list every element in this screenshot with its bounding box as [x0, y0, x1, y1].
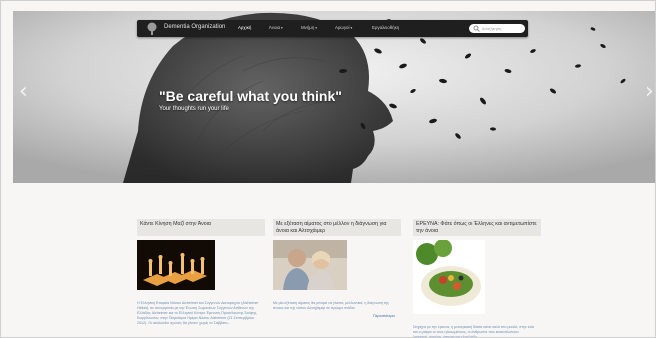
chevron-down-icon: ▾ [350, 26, 353, 30]
article-excerpt: Στηρίχτε με την έρευνα, η μεσογειακή δία… [413, 325, 535, 338]
tree-head-logo-icon[interactable] [145, 22, 159, 35]
article-column-2: Με εξέταση αίματος στο μέλλον η διάγνωση… [273, 219, 401, 311]
nav-item-caregivers[interactable]: Αρωγοί▾ [335, 25, 352, 30]
article-excerpt: Η Ελληνική Εταιρεία Νόσου Alzheimer και … [137, 301, 259, 325]
slide-quote: "Be careful what you think" [159, 88, 342, 104]
read-more-link[interactable]: Περισσότερα [373, 314, 395, 318]
hero-slider[interactable]: ‹ › Dementia Organization Αρχική Άνοια▾ … [13, 11, 655, 183]
article-excerpt: Με μία εξέταση αίματος θα μπορεί να γίνε… [273, 301, 389, 310]
page-frame: ‹ › Dementia Organization Αρχική Άνοια▾ … [0, 0, 656, 338]
nav-item-toolbox[interactable]: Εργαλειοθήκη [372, 25, 399, 30]
article-column-3: ΕΡΕΥΝΑ: Φάτε όπως οι Έλληνες και αντιμετ… [413, 219, 541, 338]
chevron-down-icon: ▾ [315, 26, 318, 30]
nav-item-home[interactable]: Αρχική [238, 25, 251, 30]
chess-pieces-image[interactable] [137, 240, 215, 290]
brand-name[interactable]: Dementia Organization [164, 24, 225, 30]
nav-item-dementia[interactable]: Άνοια▾ [269, 25, 283, 30]
article-column-1: Κάντε Κίνηση Μαζί στην Άνοια Η Ελληνική … [137, 219, 265, 326]
search-icon [473, 25, 480, 32]
chevron-down-icon: ▾ [281, 26, 283, 30]
article-heading[interactable]: Με εξέταση αίματος στο μέλλον η διάγνωση… [273, 219, 401, 236]
elderly-couple-image[interactable] [273, 240, 347, 290]
article-heading[interactable]: ΕΡΕΥΝΑ: Φάτε όπως οι Έλληνες και αντιμετ… [413, 219, 541, 236]
slider-prev-button[interactable]: ‹ [19, 81, 28, 103]
slider-next-button[interactable]: › [645, 81, 654, 103]
nav-item-memory[interactable]: Μνήμη▾ [301, 25, 317, 30]
search-placeholder: Αναζήτηση [482, 26, 502, 31]
article-heading[interactable]: Κάντε Κίνηση Μαζί στην Άνοια [137, 219, 265, 236]
slide-subtitle: Your thoughts run your life [159, 106, 229, 112]
mediterranean-food-image[interactable] [413, 239, 485, 314]
